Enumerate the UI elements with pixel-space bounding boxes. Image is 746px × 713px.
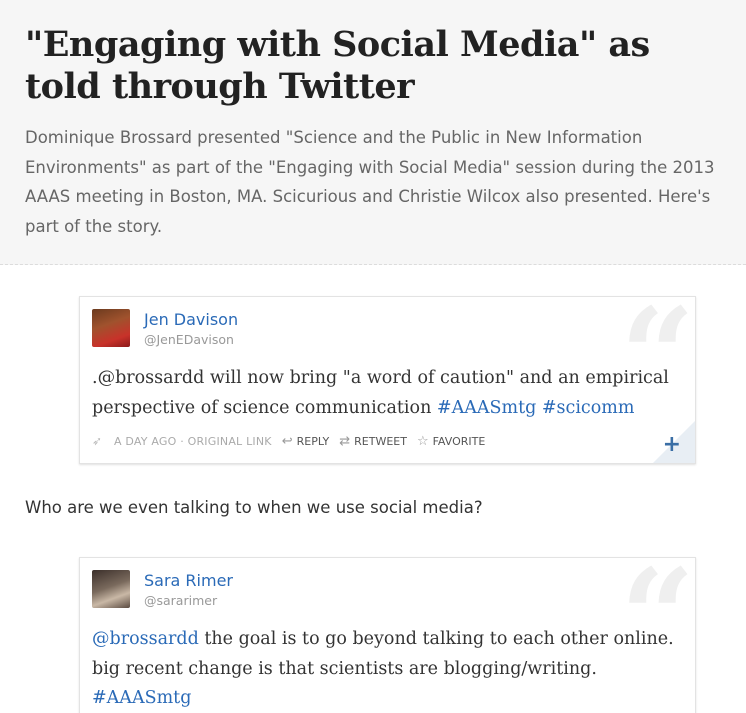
hashtag-link[interactable]: #AAASmtg [92,688,191,708]
reply-label: REPLY [296,434,330,448]
tweet-author-handle[interactable]: @JenEDavison [144,332,234,347]
original-link[interactable]: ORIGINAL LINK [188,435,272,448]
hashtag-link[interactable]: #scicomm [542,398,635,418]
story-title: "Engaging with Social Media" as told thr… [25,24,650,107]
tweet-author-handle[interactable]: @sararimer [144,593,217,608]
expand-button[interactable]: + [663,434,681,456]
tweet-author-name[interactable]: Sara Rimer [144,571,233,590]
twitter-bird-icon: ➶ [92,434,103,448]
story-header: "Engaging with Social Media" as told thr… [0,0,746,265]
retweet-icon: ⇄ [339,433,351,449]
star-icon: ☆ [416,433,429,449]
retweet-label: RETWEET [354,434,407,448]
tweet-timestamp[interactable]: A DAY AGO [114,435,177,448]
tweet-author-name[interactable]: Jen Davison [144,310,238,329]
tweet-text: .@brossardd will now bring "a word of ca… [92,364,682,423]
avatar[interactable] [92,570,130,608]
reply-button[interactable]: ↩ REPLY [282,434,330,449]
story-description: Dominique Brossard presented "Science an… [25,128,715,236]
tweet-text: @brossardd the goal is to go beyond talk… [92,625,682,713]
retweet-button[interactable]: ⇄ RETWEET [339,434,407,449]
tweet-card: “ Jen Davison @JenEDavison .@brossardd w… [79,296,696,464]
tweet-card: “ Sara Rimer @sararimer @brossardd the g… [79,557,696,713]
story-caption: Who are we even talking to when we use s… [25,498,483,517]
avatar[interactable] [92,309,130,347]
separator-dot: · [176,434,188,448]
tweet-actions: ➶ A DAY AGO · ORIGINAL LINK ↩ REPLY ⇄ RETW… [92,433,485,449]
favorite-button[interactable]: ☆ FAVORITE [417,434,485,449]
hashtag-link[interactable]: #AAASmtg [437,398,536,418]
mention-link[interactable]: @brossardd [92,629,199,649]
favorite-label: FAVORITE [432,434,486,448]
reply-icon: ↩ [281,433,293,449]
